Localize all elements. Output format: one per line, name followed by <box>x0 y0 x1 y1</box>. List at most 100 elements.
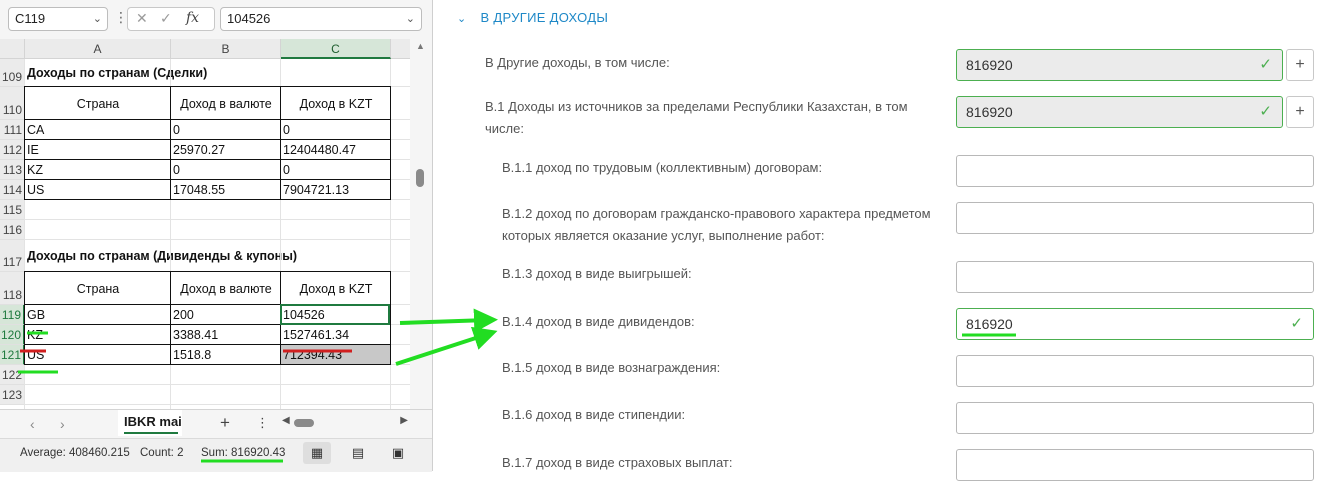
select-all-corner[interactable] <box>0 39 25 59</box>
row-header-111[interactable]: 111 <box>0 120 25 140</box>
cell-b111[interactable]: 0 <box>171 120 281 140</box>
row-header-112[interactable]: 112 <box>0 140 25 160</box>
cell-a118[interactable]: Страна <box>25 272 171 305</box>
cell-c121[interactable]: 712394.43 <box>281 345 391 365</box>
row-header-117[interactable]: 117 <box>0 240 25 272</box>
sheet-options-icon[interactable]: ⋮ <box>256 415 269 431</box>
cell-a120[interactable]: KZ <box>25 325 171 345</box>
table-border <box>25 364 391 365</box>
cell-a111[interactable]: CA <box>25 120 171 140</box>
spreadsheet-grid[interactable]: A B C 109 Доходы по странам (Сделки) 110 Ст… <box>0 39 410 409</box>
row-header-119[interactable]: 119 <box>0 305 25 325</box>
field-input-v14[interactable]: 816920 ✓ <box>956 308 1314 340</box>
row-header-118[interactable]: 118 <box>0 272 25 305</box>
section-header[interactable]: ⌄ В ДРУГИЕ ДОХОДЫ <box>457 10 608 25</box>
cell-a110[interactable]: Страна <box>25 87 171 120</box>
add-sheet-icon[interactable]: + <box>220 413 230 433</box>
field-input-v13[interactable] <box>956 261 1314 293</box>
cell-c112[interactable]: 12404480.47 <box>281 140 391 160</box>
chevron-down-icon[interactable]: ⌄ <box>406 8 415 30</box>
horizontal-scrollbar[interactable]: ◀ ▶ <box>280 415 408 429</box>
name-box[interactable]: C119 ⌄ <box>8 7 108 31</box>
cell-b112[interactable]: 25970.27 <box>171 140 281 160</box>
row-header-122[interactable]: 122 <box>0 365 25 385</box>
cell-b113[interactable]: 0 <box>171 160 281 180</box>
page-break-icon[interactable]: ▣ <box>384 442 412 464</box>
row-header-116[interactable]: 116 <box>0 220 25 240</box>
cell-b116[interactable] <box>171 220 281 240</box>
horizontal-scroll-thumb[interactable] <box>294 419 314 427</box>
vertical-dots-icon[interactable]: ⋮ <box>114 9 128 26</box>
row-header-109[interactable]: 109 <box>0 59 25 87</box>
normal-view-icon[interactable]: ▦ <box>303 442 331 464</box>
field-input-v1[interactable]: 816920 ✓ <box>956 96 1283 128</box>
cell-a123[interactable] <box>25 385 171 405</box>
insert-function-icon[interactable]: fx <box>186 10 199 26</box>
add-button[interactable]: + <box>1286 96 1314 128</box>
chevron-down-icon[interactable]: ⌄ <box>457 12 467 25</box>
cell-c123[interactable] <box>281 385 391 405</box>
row-header-115[interactable]: 115 <box>0 200 25 220</box>
cell-a114[interactable]: US <box>25 180 171 200</box>
row-header-120[interactable]: 120 <box>0 325 25 345</box>
cell-c118[interactable]: Доход в KZT <box>281 272 391 305</box>
cell-b118[interactable]: Доход в валюте <box>171 272 281 305</box>
column-header-a[interactable]: A <box>25 39 171 59</box>
field-input-v[interactable]: 816920 ✓ <box>956 49 1283 81</box>
scroll-right-icon[interactable]: ▶ <box>400 415 408 426</box>
cell-c109[interactable] <box>281 59 391 87</box>
next-sheet-icon[interactable]: › <box>60 416 65 432</box>
row-header-113[interactable]: 113 <box>0 160 25 180</box>
enter-icon[interactable]: ✓ <box>160 10 172 27</box>
cell-b121[interactable]: 1518.8 <box>171 345 281 365</box>
chevron-down-icon[interactable]: ⌄ <box>93 8 102 30</box>
cell-a121[interactable]: US <box>25 345 171 365</box>
vertical-scroll-thumb[interactable] <box>416 169 424 187</box>
cell-a112[interactable]: IE <box>25 140 171 160</box>
cell-b109[interactable] <box>171 59 281 87</box>
cell-a122[interactable] <box>25 365 171 385</box>
cell-b120[interactable]: 3388.41 <box>171 325 281 345</box>
row-header-110[interactable]: 110 <box>0 87 25 120</box>
scroll-up-icon[interactable]: ▲ <box>416 41 425 51</box>
sheet-tab-ibkr[interactable]: IBKR mai <box>118 410 182 436</box>
cell-c110[interactable]: Доход в KZT <box>281 87 391 120</box>
cell-b122[interactable] <box>171 365 281 385</box>
row-header-114[interactable]: 114 <box>0 180 25 200</box>
cell-c117[interactable] <box>281 240 391 272</box>
cell-c120[interactable]: 1527461.34 <box>281 325 391 345</box>
cell-c115[interactable] <box>281 200 391 220</box>
cell-c116[interactable] <box>281 220 391 240</box>
cell-a119[interactable]: GB <box>25 305 171 325</box>
cell-b114[interactable]: 17048.55 <box>171 180 281 200</box>
vertical-scrollbar[interactable]: ▲ <box>414 39 426 409</box>
cell-a115[interactable] <box>25 200 171 220</box>
table-border <box>25 139 391 140</box>
field-input-v12[interactable] <box>956 202 1314 234</box>
cell-a116[interactable] <box>25 220 171 240</box>
field-input-v15[interactable] <box>956 355 1314 387</box>
cell-c122[interactable] <box>281 365 391 385</box>
cell-b123[interactable] <box>171 385 281 405</box>
column-header-c[interactable]: C <box>281 39 391 59</box>
row-header-121[interactable]: 121 <box>0 345 25 365</box>
add-button[interactable]: + <box>1286 49 1314 81</box>
formula-input[interactable]: 104526 ⌄ <box>220 7 422 31</box>
cell-c113[interactable]: 0 <box>281 160 391 180</box>
cell-a113[interactable]: KZ <box>25 160 171 180</box>
cell-b119[interactable]: 200 <box>171 305 281 325</box>
cell-c111[interactable]: 0 <box>281 120 391 140</box>
cell-b110[interactable]: Доход в валюте <box>171 87 281 120</box>
field-input-v17[interactable] <box>956 449 1314 481</box>
field-input-v11[interactable] <box>956 155 1314 187</box>
page-layout-icon[interactable]: ▤ <box>344 442 372 464</box>
cell-b115[interactable] <box>171 200 281 220</box>
field-input-v16[interactable] <box>956 402 1314 434</box>
cancel-icon[interactable]: ✕ <box>136 10 148 27</box>
cell-b117[interactable] <box>171 240 281 272</box>
column-header-b[interactable]: B <box>171 39 281 59</box>
row-header-123[interactable]: 123 <box>0 385 25 405</box>
prev-sheet-icon[interactable]: ‹ <box>30 416 35 432</box>
scroll-left-icon[interactable]: ◀ <box>282 415 290 426</box>
cell-c114[interactable]: 7904721.13 <box>281 180 391 200</box>
